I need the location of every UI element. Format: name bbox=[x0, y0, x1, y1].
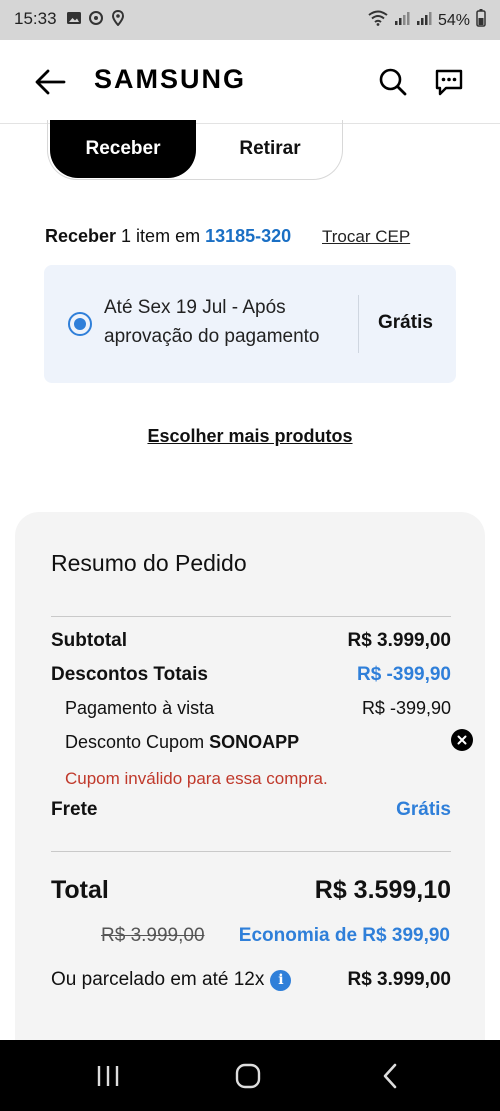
chat-icon bbox=[435, 69, 463, 96]
back-nav-button[interactable] bbox=[370, 1060, 410, 1092]
coupon-error-message: Cupom inválido para essa compra. bbox=[65, 769, 328, 788]
installment-label: Ou parcelado em até 12x bbox=[51, 969, 265, 990]
original-price: R$ 3.999,00 bbox=[101, 925, 205, 946]
cep-value: 13185-320 bbox=[205, 226, 292, 246]
delivery-option-radio[interactable] bbox=[68, 312, 92, 336]
cash-payment-value: R$ -399,90 bbox=[361, 698, 451, 718]
order-summary: Resumo do Pedido Subtotal R$ 3.999,00 De… bbox=[15, 512, 485, 1052]
discounts-value: R$ -399,90 bbox=[356, 664, 451, 685]
total-label: Total bbox=[51, 876, 109, 904]
battery-level: 54% bbox=[437, 11, 470, 29]
settings-sync-icon bbox=[88, 10, 104, 26]
info-icon[interactable]: i bbox=[270, 969, 292, 991]
status-bar: 15:33 54% bbox=[0, 0, 500, 40]
installment-label-wrap: Ou parcelado em até 12x i bbox=[51, 969, 292, 991]
summary-title: Resumo do Pedido bbox=[51, 550, 247, 576]
chat-button[interactable] bbox=[429, 62, 469, 102]
remove-coupon-button[interactable] bbox=[451, 729, 473, 751]
back-button[interactable] bbox=[30, 62, 70, 102]
cash-payment-row: Pagamento à vista R$ -399,90 bbox=[51, 698, 451, 719]
recent-apps-icon bbox=[97, 1066, 119, 1086]
system-navigation-bar bbox=[0, 1040, 500, 1111]
wifi-icon bbox=[368, 10, 388, 31]
divider bbox=[51, 616, 451, 617]
divider bbox=[51, 851, 451, 852]
signal-icon bbox=[394, 10, 410, 31]
choose-more-products-link[interactable]: Escolher mais produtos bbox=[0, 426, 500, 447]
shipping-row: Frete Grátis bbox=[51, 799, 451, 821]
battery-icon bbox=[476, 9, 486, 32]
receive-tab[interactable]: Receber bbox=[50, 120, 196, 178]
divider bbox=[358, 295, 359, 353]
gallery-icon bbox=[66, 10, 82, 26]
coupon-label-text: Desconto Cupom bbox=[65, 732, 210, 752]
shipping-value: Grátis bbox=[396, 799, 451, 820]
shipping-label: Frete bbox=[51, 799, 98, 820]
item-count-text: 1 item em bbox=[116, 226, 206, 246]
signal-icon-2 bbox=[416, 10, 432, 31]
status-time: 15:33 bbox=[14, 9, 57, 28]
change-cep-link[interactable]: Trocar CEP bbox=[322, 227, 410, 247]
close-icon bbox=[457, 735, 467, 745]
search-icon bbox=[379, 68, 407, 96]
subtotal-value: R$ 3.999,00 bbox=[347, 630, 451, 651]
receive-label: Receber bbox=[45, 226, 117, 246]
savings-text: Economia de R$ 399,90 bbox=[238, 925, 450, 946]
installment-row: Ou parcelado em até 12x i R$ 3.999,00 bbox=[51, 969, 451, 991]
coupon-label: Desconto Cupom SONOAPP bbox=[65, 732, 299, 753]
search-button[interactable] bbox=[373, 62, 413, 102]
pickup-tab[interactable]: Retirar bbox=[198, 120, 342, 178]
discounts-label: Descontos Totais bbox=[51, 664, 208, 685]
coupon-code: SONOAPP bbox=[209, 732, 300, 752]
cash-payment-label: Pagamento à vista bbox=[65, 698, 215, 718]
recent-apps-button[interactable] bbox=[88, 1060, 128, 1092]
delivery-method-toggle: Receber Retirar bbox=[47, 120, 343, 180]
location-icon bbox=[110, 9, 126, 27]
installment-value: R$ 3.999,00 bbox=[347, 969, 451, 990]
app-header: SAMSUNG bbox=[0, 40, 500, 124]
home-button[interactable] bbox=[228, 1060, 268, 1092]
discounts-row: Descontos Totais R$ -399,90 bbox=[51, 664, 451, 686]
coupon-row: Desconto Cupom SONOAPP bbox=[51, 732, 451, 753]
total-value: R$ 3.599,10 bbox=[314, 876, 451, 904]
delivery-option-text: Até Sex 19 Jul - Após aprovação do pagam… bbox=[104, 297, 320, 347]
subtotal-row: Subtotal R$ 3.999,00 bbox=[51, 630, 451, 652]
chevron-left-icon bbox=[383, 1063, 397, 1089]
delivery-option-price: Grátis bbox=[378, 312, 433, 333]
subtotal-label: Subtotal bbox=[51, 630, 127, 651]
total-row: Total R$ 3.599,10 bbox=[51, 876, 451, 905]
home-icon bbox=[235, 1063, 261, 1089]
samsung-logo[interactable]: SAMSUNG bbox=[94, 64, 246, 95]
back-arrow-icon bbox=[35, 69, 66, 95]
receive-info: Receber 1 item em 13185-320 bbox=[45, 226, 291, 247]
delivery-option-card[interactable]: Até Sex 19 Jul - Após aprovação do pagam… bbox=[44, 265, 456, 383]
